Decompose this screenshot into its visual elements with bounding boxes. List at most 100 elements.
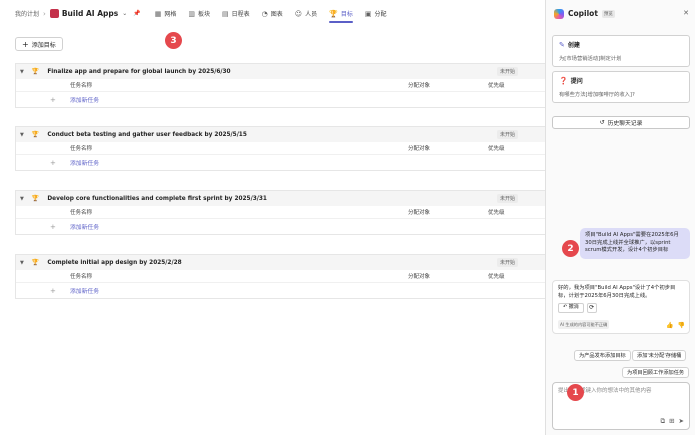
tab-schedule[interactable]: ▤ 日程表 (222, 0, 250, 27)
undo-label: 撤消 (568, 304, 579, 311)
column-task-name: 任务名称 (70, 210, 93, 216)
goal-title[interactable]: Develop core functionalities and complet… (47, 196, 267, 202)
add-task-button[interactable]: + 添加新任务 (16, 92, 545, 107)
goal-header[interactable]: ▼ 🏆 Conduct beta testing and gather user… (16, 127, 545, 142)
chat-history-button[interactable]: ↺ 历史聊天记录 (552, 116, 690, 129)
grid-icon: ▦ (154, 9, 162, 18)
tab-charts[interactable]: ◔ 图表 (262, 0, 283, 27)
thumbs-up-icon[interactable]: 👍 (666, 322, 673, 329)
calendar-icon: ▤ (222, 9, 229, 18)
goal-header[interactable]: ▼ 🏆 Develop core functionalities and com… (16, 191, 545, 206)
annotation-badge-3: 3 (165, 32, 182, 49)
collapse-caret-icon[interactable]: ▼ (20, 260, 24, 266)
send-icon[interactable]: ➤ (679, 417, 684, 426)
plus-icon: + (50, 286, 56, 295)
undo-button[interactable]: ↶ 撤消 (558, 303, 584, 313)
column-assignee: 分配对象 (408, 274, 431, 280)
column-priority: 优先级 (488, 146, 505, 152)
column-header-row: 任务名称 分配对象 优先级 (16, 206, 545, 219)
tab-label: 日程表 (231, 11, 250, 18)
add-task-label: 添加新任务 (70, 225, 99, 231)
collapse-caret-icon[interactable]: ▼ (20, 132, 24, 138)
column-assignee: 分配对象 (408, 83, 431, 89)
create-prompt-card[interactable]: ✎ 创建 为[市场营销活动]制定计划 (552, 35, 690, 67)
suggestion-chip[interactable]: 为产品发布添加目标 (574, 350, 631, 361)
status-badge[interactable]: 未开始 (497, 130, 519, 139)
suggestion-chip[interactable]: 添加'未分配'存储桶 (632, 350, 687, 361)
goal-header[interactable]: ▼ 🏆 Complete initial app design by 2025/… (16, 255, 545, 270)
add-task-label: 添加新任务 (70, 98, 99, 104)
tab-grid[interactable]: ▦ 网格 (155, 0, 177, 27)
goal-section: ▼ 🏆 Develop core functionalities and com… (15, 190, 545, 235)
add-task-button[interactable]: + 添加新任务 (16, 219, 545, 234)
history-icon: ↺ (599, 119, 605, 126)
column-assignee: 分配对象 (408, 146, 431, 152)
column-task-name: 任务名称 (70, 83, 93, 89)
project-name[interactable]: Build AI Apps (62, 9, 118, 18)
tab-label: 网格 (164, 11, 177, 18)
trophy-icon: 🏆 (329, 9, 338, 18)
goal-section: ▼ 🏆 Conduct beta testing and gather user… (15, 126, 545, 171)
status-badge[interactable]: 未开始 (497, 194, 519, 203)
tab-label: 分配 (374, 11, 387, 18)
apps-icon[interactable]: ⊞ (669, 417, 674, 426)
pencil-icon: ✎ (559, 40, 565, 49)
status-badge[interactable]: 未开始 (497, 67, 519, 76)
add-task-button[interactable]: + 添加新任务 (16, 283, 545, 298)
column-assignee: 分配对象 (408, 210, 431, 216)
column-priority: 优先级 (488, 83, 505, 89)
user-message: 项目"Build AI Apps"需要在2025年6月30日完成上线并全球推广，… (580, 228, 690, 259)
preview-badge: 预览 (601, 9, 615, 18)
goal-section: ▼ 🏆 Complete initial app design by 2025/… (15, 254, 545, 299)
board-icon: ▥ (188, 9, 195, 18)
breadcrumb-separator: › (43, 9, 46, 18)
refresh-icon: ⟳ (589, 304, 595, 312)
column-task-name: 任务名称 (70, 146, 93, 152)
goal-title[interactable]: Complete initial app design by 2025/2/28 (47, 260, 181, 266)
trophy-icon: 🏆 (31, 68, 40, 75)
tab-label: 人员 (305, 11, 318, 18)
tab-label: 目标 (340, 11, 353, 18)
trophy-icon: 🏆 (31, 195, 40, 202)
column-header-row: 任务名称 分配对象 优先级 (16, 79, 545, 92)
history-label: 历史聊天记录 (607, 121, 643, 127)
copilot-panel: Copilot 预览 ✕ ✎ 创建 为[市场营销活动]制定计划 ❓ 提问 有哪些方法… (545, 0, 695, 435)
attach-icon[interactable]: ⧉ (660, 417, 665, 426)
status-badge[interactable]: 未开始 (497, 258, 519, 267)
trophy-icon: 🏆 (31, 131, 40, 138)
refresh-button[interactable]: ⟳ (586, 303, 597, 313)
breadcrumb-root[interactable]: 我的计划 (15, 9, 39, 18)
ask-description: 有哪些方法[增加咖啡厅的收入]? (559, 92, 635, 98)
tab-board[interactable]: ▥ 板块 (188, 0, 210, 27)
add-goal-button[interactable]: + 添加目标 (15, 37, 63, 51)
goal-title[interactable]: Conduct beta testing and gather user fee… (47, 132, 247, 138)
plus-icon: + (50, 222, 56, 231)
tab-assignments[interactable]: ▣ 分配 (365, 0, 387, 27)
chevron-down-icon[interactable]: ⌄ (122, 10, 127, 17)
collapse-caret-icon[interactable]: ▼ (20, 196, 24, 202)
copilot-title: Copilot (568, 9, 598, 18)
ask-prompt-card[interactable]: ❓ 提问 有哪些方法[增加咖啡厅的收入]? (552, 71, 690, 103)
thumbs-down-icon[interactable]: 👎 (678, 322, 685, 329)
create-title: 创建 (567, 42, 580, 49)
goal-header[interactable]: ▼ 🏆 Finalize app and prepare for global … (16, 64, 545, 79)
ask-title: 提问 (570, 78, 583, 85)
suggestion-chip[interactable]: 为项目回顾工作添加任务 (622, 367, 690, 378)
goal-title[interactable]: Finalize app and prepare for global laun… (47, 69, 230, 75)
column-priority: 优先级 (488, 274, 505, 280)
close-icon[interactable]: ✕ (683, 9, 689, 17)
question-icon: ❓ (559, 76, 568, 85)
add-task-label: 添加新任务 (70, 161, 99, 167)
feedback-buttons: 👍 👎 (662, 322, 685, 330)
column-task-name: 任务名称 (70, 274, 93, 280)
column-header-row: 任务名称 分配对象 优先级 (16, 142, 545, 155)
tab-goals[interactable]: 🏆 目标 (329, 0, 353, 27)
pin-icon[interactable]: 📌 (133, 10, 140, 17)
add-task-label: 添加新任务 (70, 289, 99, 295)
composer-tools: ⧉ ⊞ ➤ (656, 417, 684, 426)
add-task-button[interactable]: + 添加新任务 (16, 155, 545, 170)
plus-icon: + (22, 39, 29, 49)
tab-people[interactable]: ☺ 人员 (295, 0, 317, 27)
collapse-caret-icon[interactable]: ▼ (20, 69, 24, 75)
goal-section: ▼ 🏆 Finalize app and prepare for global … (15, 63, 545, 108)
